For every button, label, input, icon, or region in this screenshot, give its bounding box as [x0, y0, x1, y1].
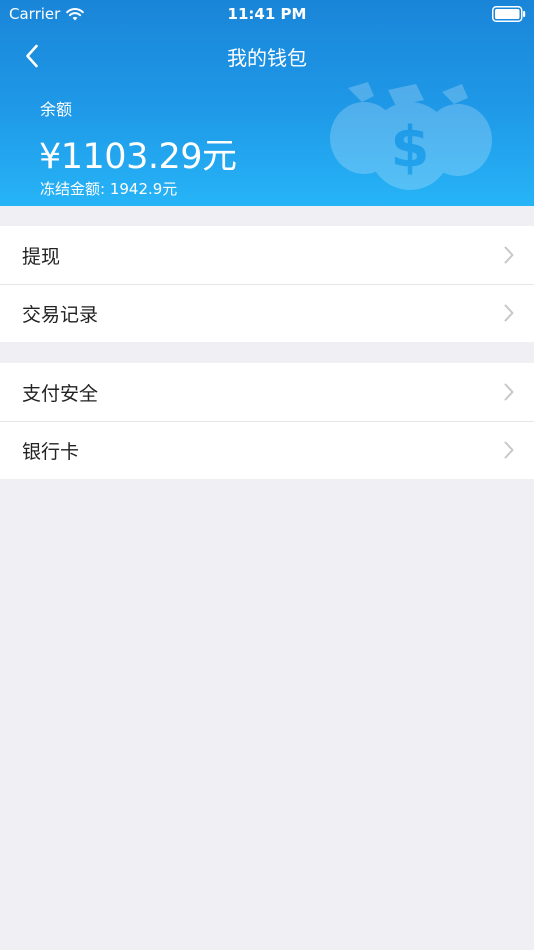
bank-card-row[interactable]: 银行卡 [0, 421, 534, 479]
money-bags-icon: $ [330, 82, 492, 190]
menu-group-security: 支付安全 银行卡 [0, 363, 534, 479]
withdraw-row[interactable]: 提现 [0, 226, 534, 284]
balance-amount: ¥1103.29元 [39, 137, 237, 177]
battery-icon [492, 6, 526, 22]
payment-security-row[interactable]: 支付安全 [0, 363, 534, 421]
bank-card-label: 银行卡 [22, 440, 80, 463]
transaction-history-row[interactable]: 交易记录 [0, 284, 534, 342]
page-title: 我的钱包 [227, 46, 307, 70]
chevron-right-icon [504, 383, 514, 401]
balance-label: 余额 [40, 100, 73, 119]
withdraw-label: 提现 [22, 245, 61, 268]
svg-text:$: $ [391, 115, 430, 180]
chevron-right-icon [504, 304, 514, 322]
status-time: 11:41 PM [227, 5, 307, 23]
status-bar: Carrier 11:41 PM [0, 0, 534, 28]
chevron-right-icon [504, 246, 514, 264]
wallet-header: Carrier 11:41 PM 我的钱包 余额 ¥1103.29元 冻结金额:… [0, 0, 534, 206]
payment-security-label: 支付安全 [22, 382, 99, 405]
chevron-right-icon [504, 441, 514, 459]
transaction-history-label: 交易记录 [22, 303, 99, 326]
navigation-bar: 我的钱包 [0, 28, 534, 84]
menu-group-funds: 提现 交易记录 [0, 226, 534, 342]
frozen-amount: 冻结金额: 1942.9元 [40, 180, 178, 198]
